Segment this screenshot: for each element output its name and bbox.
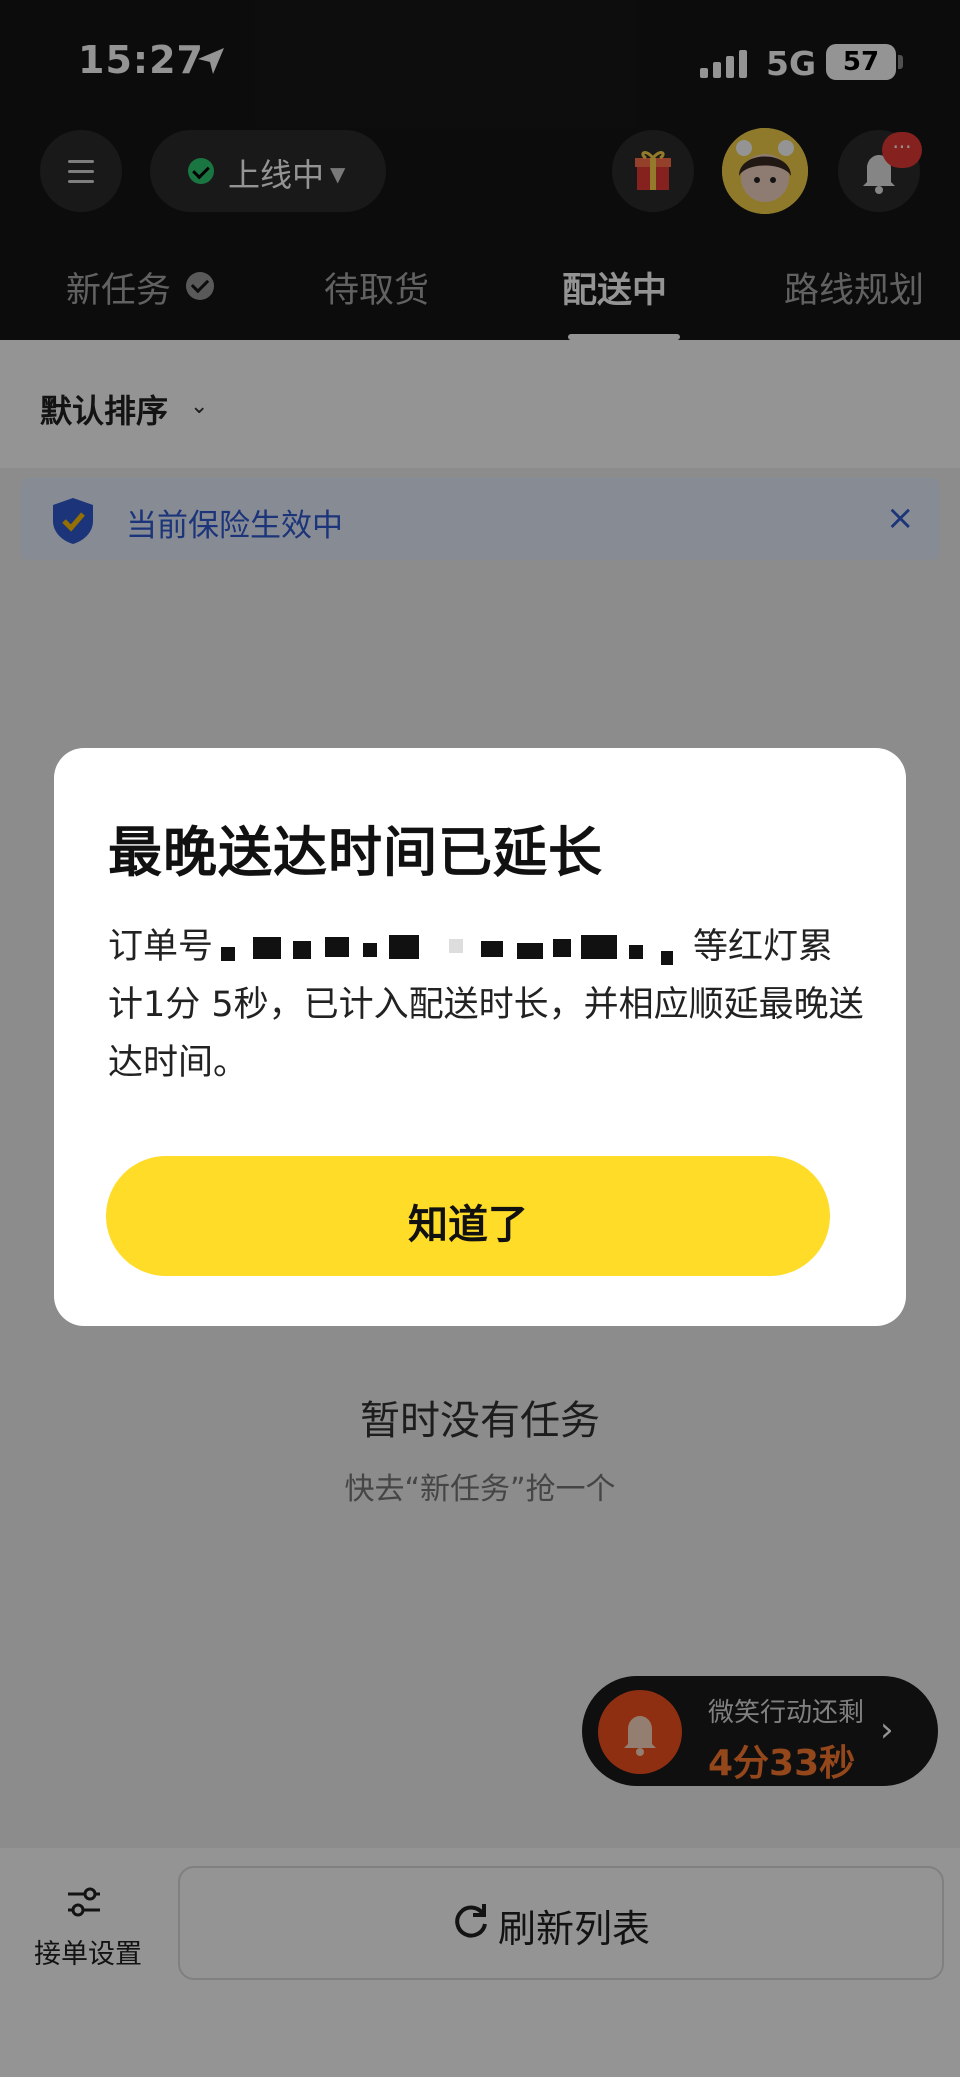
redacted-order-number	[213, 931, 693, 965]
acknowledge-button-label: 知道了	[408, 1202, 528, 1248]
dialog-title: 最晚送达时间已延长	[108, 821, 603, 884]
dialog-message-prefix: 订单号	[108, 927, 214, 967]
dialog-message: 订单号 等红灯累计1分 5秒，已计入配送时长，并相应顺延最晚送达时间。	[108, 918, 868, 1092]
